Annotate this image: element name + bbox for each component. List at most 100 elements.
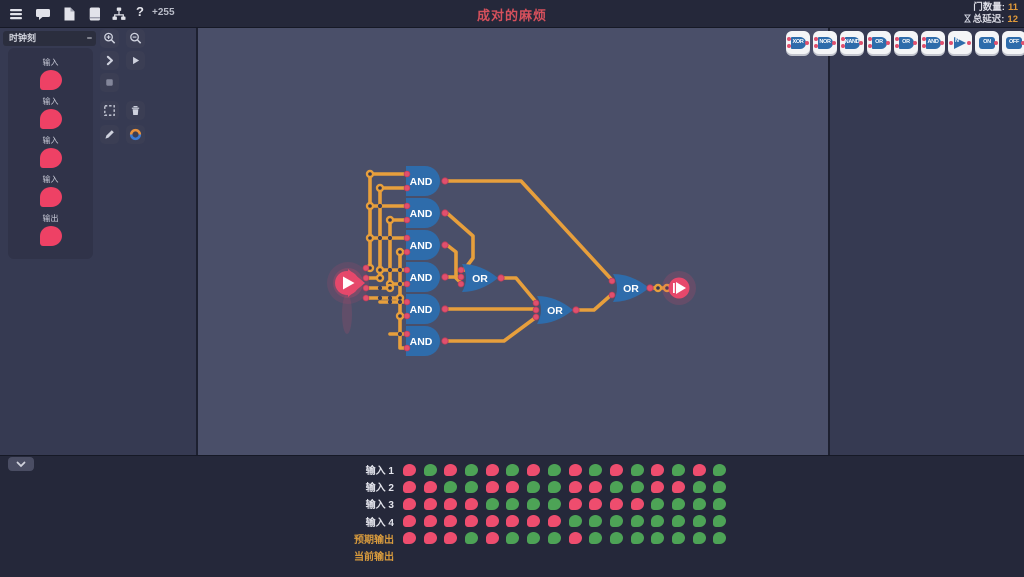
color-palette-button[interactable] — [126, 125, 145, 144]
gate-pin[interactable] — [442, 274, 448, 280]
collapse-table-button[interactable] — [8, 457, 34, 471]
table-row-label: 预期输出 — [330, 531, 394, 546]
gate-pin[interactable] — [442, 242, 448, 248]
gate-pin[interactable] — [533, 314, 539, 320]
cell-blob-on — [506, 464, 519, 476]
gate-pin[interactable] — [404, 217, 410, 223]
wire-crossing-dot — [378, 204, 382, 208]
gate-pin[interactable] — [404, 249, 410, 255]
palette-button-or-4[interactable]: OR — [894, 31, 918, 54]
cell-blob-off — [403, 532, 416, 544]
clock-item-1[interactable]: 输入 — [16, 57, 86, 90]
palette-button-n-6[interactable]: N — [948, 31, 972, 54]
gate-pin[interactable] — [498, 275, 504, 281]
collapse-panel-button[interactable]: − — [87, 31, 92, 46]
gate-pin[interactable] — [647, 285, 653, 291]
cell-blob-off — [569, 481, 582, 493]
clock-item-5[interactable]: 输出 — [16, 213, 86, 246]
cell-blob-off — [631, 498, 644, 510]
gate-count-row: 门数量:11 — [964, 2, 1018, 14]
palette-pin — [967, 41, 971, 45]
cell-blob-on — [631, 464, 644, 476]
gate-pin[interactable] — [458, 281, 464, 287]
gate-pin[interactable] — [442, 210, 448, 216]
gate-pin[interactable] — [609, 292, 615, 298]
palette-button-or-3[interactable]: OR — [867, 31, 891, 54]
edit-button[interactable] — [100, 125, 119, 144]
cell-blob-off — [589, 481, 602, 493]
cell-blob-on — [527, 532, 540, 544]
table-row-cells — [403, 481, 726, 493]
palette-button-and-5[interactable]: AND — [921, 31, 945, 54]
gate-pin[interactable] — [533, 307, 539, 313]
wire-crossing-dot — [388, 236, 392, 240]
gate-pin[interactable] — [404, 281, 410, 287]
delete-button[interactable] — [126, 101, 145, 120]
gate-pin[interactable] — [458, 267, 464, 273]
step-button[interactable] — [100, 51, 119, 70]
gate-pin[interactable] — [609, 278, 615, 284]
palette-pin — [787, 44, 791, 48]
palette-button-nor-1[interactable]: NOR — [813, 31, 837, 54]
cell-blob-on — [610, 515, 623, 527]
gate-pin[interactable] — [404, 235, 410, 241]
palette-button-on-7[interactable]: ON — [975, 31, 999, 54]
clock-item-3[interactable]: 输入 — [16, 135, 86, 168]
clock-item-label: 输入 — [43, 174, 59, 185]
gate-pin[interactable] — [404, 313, 410, 319]
gate-pin[interactable] — [533, 300, 539, 306]
delay-value: 12 — [1007, 14, 1018, 25]
gate-pin[interactable] — [442, 178, 448, 184]
clock-panel: 输入输入输入输入输出 — [8, 48, 93, 259]
gate-pin[interactable] — [404, 299, 410, 305]
gate-pin[interactable] — [442, 338, 448, 344]
gate-pin[interactable] — [404, 267, 410, 273]
gate-pin[interactable] — [363, 285, 369, 291]
gate-pin[interactable] — [404, 345, 410, 351]
palette-button-off-8[interactable]: OFF — [1002, 31, 1024, 54]
palette-pin — [895, 44, 899, 48]
wire-junction-hole — [378, 186, 382, 190]
play-button[interactable] — [126, 51, 145, 70]
gate-pin[interactable] — [363, 265, 369, 271]
cell-blob-on — [651, 532, 664, 544]
stop-button[interactable] — [100, 73, 119, 92]
cell-blob-off — [403, 464, 416, 476]
gate-pin[interactable] — [404, 171, 410, 177]
gate-pin[interactable] — [404, 331, 410, 337]
palette-pin — [814, 44, 818, 48]
wire-crossing-dot — [388, 268, 392, 272]
palette-pin — [787, 37, 791, 41]
palette-button-xor-0[interactable]: XOR — [786, 31, 810, 54]
palette-button-nand-2[interactable]: NAND — [840, 31, 864, 54]
table-row-cells — [403, 464, 726, 476]
gate-pin[interactable] — [363, 275, 369, 281]
cell-blob-on — [713, 532, 726, 544]
zoom-out-button[interactable] — [126, 29, 145, 48]
palette-pin — [868, 37, 872, 41]
cell-blob-off — [444, 515, 457, 527]
cell-blob-on — [486, 498, 499, 510]
palette-gate-label: N — [955, 39, 959, 45]
gate-pin[interactable] — [573, 307, 579, 313]
gate-pin[interactable] — [404, 203, 410, 209]
palette-pin — [922, 37, 926, 41]
gate-pin[interactable] — [404, 185, 410, 191]
wire-crossing-dot — [378, 236, 382, 240]
and-gate-label: AND — [410, 176, 433, 188]
cell-blob-on — [465, 481, 478, 493]
clock-item-2[interactable]: 输入 — [16, 96, 86, 129]
gate-pin[interactable] — [442, 306, 448, 312]
palette-gate-shape: OR — [872, 37, 887, 49]
wire-crossing-dot — [398, 300, 402, 304]
select-box-button[interactable] — [100, 101, 119, 120]
palette-pin — [913, 41, 917, 45]
cell-blob-off — [486, 481, 499, 493]
wire-crossing-dot — [388, 300, 392, 304]
wire-crossing-dot — [398, 268, 402, 272]
zoom-in-button[interactable] — [100, 29, 119, 48]
cell-blob-off — [548, 515, 561, 527]
gate-pin[interactable] — [363, 295, 369, 301]
gate-pin[interactable] — [458, 274, 464, 280]
clock-item-4[interactable]: 输入 — [16, 174, 86, 207]
